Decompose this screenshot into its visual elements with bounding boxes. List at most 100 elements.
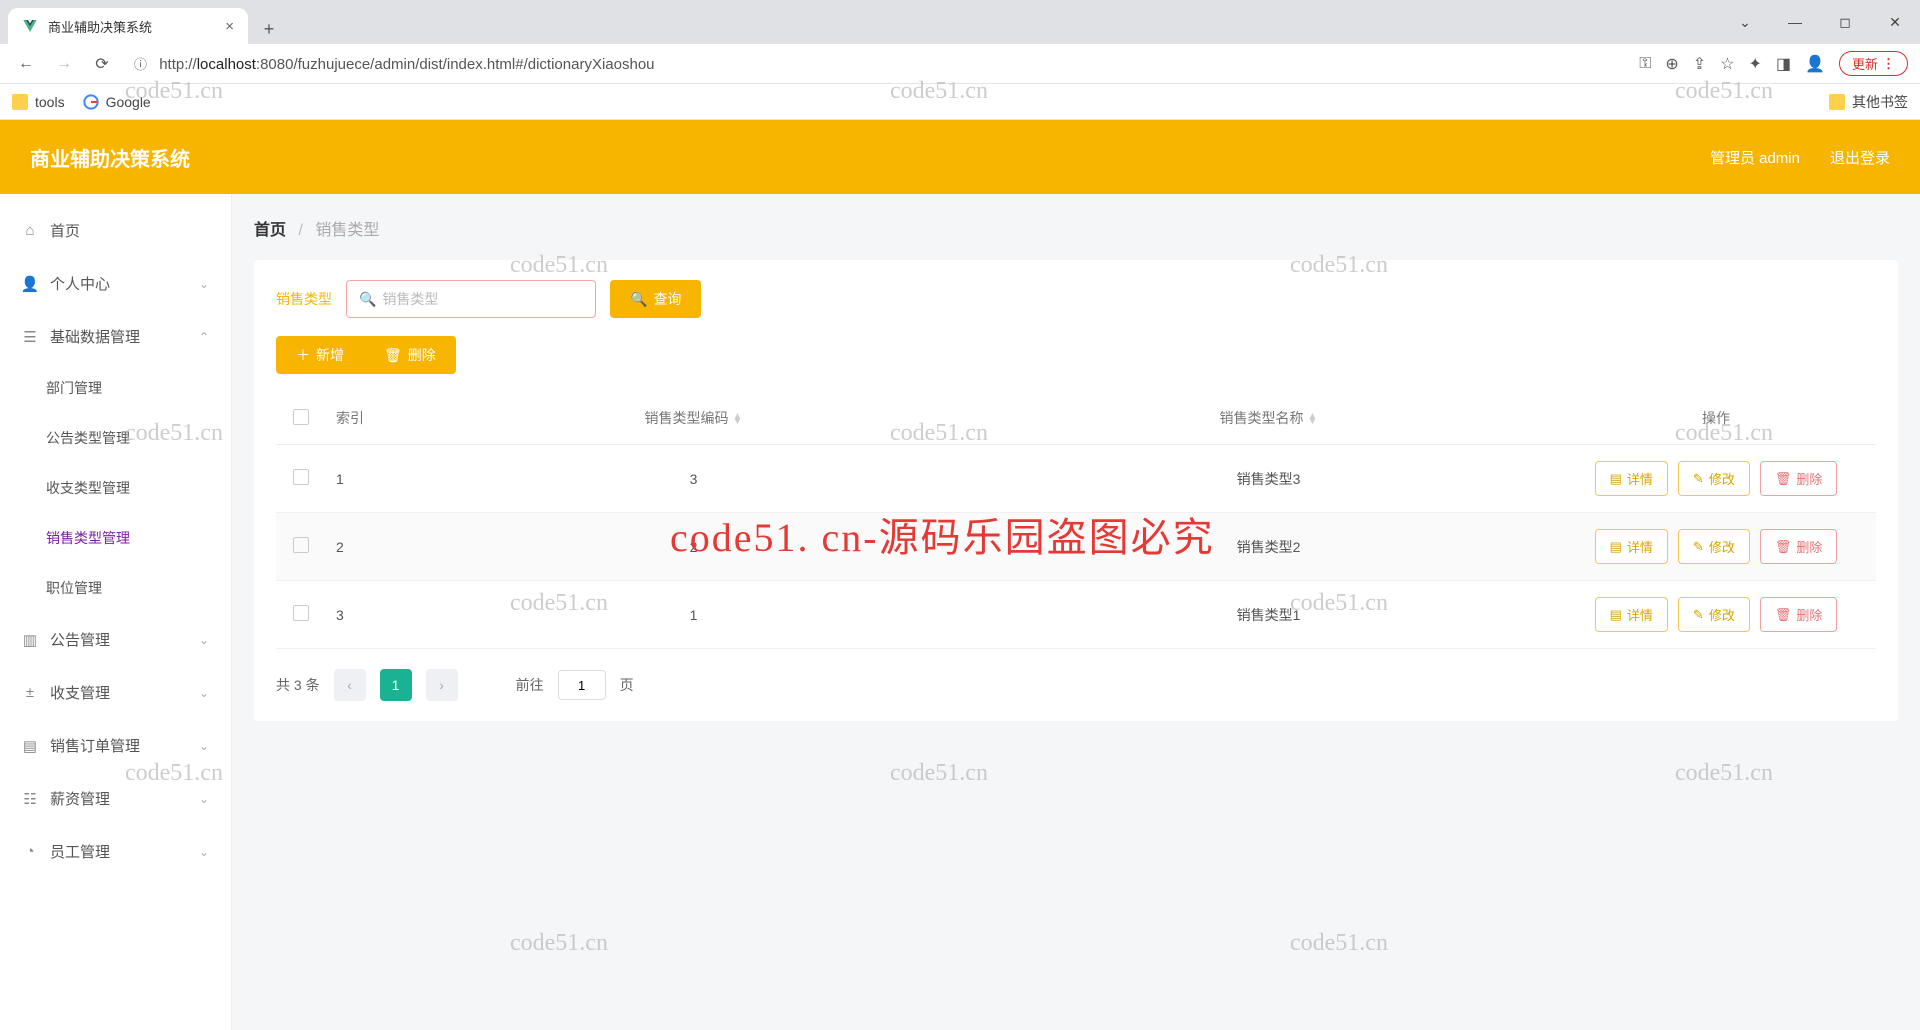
plus-icon: ＋	[296, 345, 310, 365]
bookmarks-bar: tools Google 其他书签	[0, 84, 1920, 120]
th-checkbox	[276, 392, 326, 445]
cell-index: 2	[326, 513, 406, 581]
goto-prefix: 前往	[516, 675, 544, 695]
browser-tab[interactable]: 商业辅助决策系统 ×	[8, 8, 248, 44]
th-index[interactable]: 索引	[326, 392, 406, 445]
user-icon: 👤	[22, 276, 38, 292]
edit-button[interactable]: ✎修改	[1678, 597, 1750, 632]
chart-icon: ▥	[22, 632, 38, 648]
cell-name: 销售类型2	[981, 513, 1556, 581]
chevron-down-icon[interactable]: ⌄	[1720, 0, 1770, 44]
goto-input[interactable]	[558, 670, 606, 700]
user-label[interactable]: 管理员 admin	[1710, 147, 1800, 168]
sidebar-item-notice[interactable]: ▥ 公告管理 ⌄	[0, 613, 231, 666]
edit-button[interactable]: ✎修改	[1678, 529, 1750, 564]
cell-code: 1	[406, 581, 981, 649]
logout-link[interactable]: 退出登录	[1830, 147, 1890, 168]
th-ops: 操作	[1556, 392, 1876, 445]
sidebar-item-position[interactable]: 职位管理	[0, 563, 231, 613]
search-input[interactable]: 🔍 销售类型	[346, 280, 596, 318]
th-code[interactable]: 销售类型编码▲▼	[406, 392, 981, 445]
folder-icon	[1829, 94, 1845, 110]
checkbox[interactable]	[293, 537, 309, 553]
doc-icon: ▤	[1610, 607, 1622, 623]
row-delete-button[interactable]: 🗑删除	[1760, 529, 1838, 564]
chevron-down-icon: ⌄	[199, 633, 209, 647]
detail-button[interactable]: ▤详情	[1595, 597, 1668, 632]
app-header: 商业辅助决策系统 管理员 admin 退出登录	[0, 120, 1920, 194]
doc-icon: ▤	[1610, 539, 1622, 555]
omnibar: ← → ⟳ ⓘ http://localhost:8080/fuzhujuece…	[0, 44, 1920, 84]
trash-icon: 🗑	[1775, 607, 1792, 623]
edit-button[interactable]: ✎修改	[1678, 461, 1750, 496]
new-tab-button[interactable]: +	[254, 14, 284, 44]
zoom-icon[interactable]: ⊕	[1665, 54, 1678, 74]
sidebar: ⌂ 首页 👤 个人中心 ⌄ ☰ 基础数据管理 ⌃ 部门管理 公告类型管理 收支类…	[0, 194, 232, 1030]
key-icon[interactable]: ⚿	[1639, 55, 1651, 73]
profile-icon[interactable]: 👤	[1805, 54, 1825, 74]
maximize-button[interactable]: ◻	[1820, 0, 1870, 44]
detail-button[interactable]: ▤详情	[1595, 529, 1668, 564]
detail-button[interactable]: ▤详情	[1595, 461, 1668, 496]
breadcrumb-home[interactable]: 首页	[254, 222, 286, 239]
query-button[interactable]: 🔍 查询	[610, 280, 701, 318]
trash-icon: 🗑	[384, 347, 402, 364]
sidebar-item-salary[interactable]: ☷ 薪资管理 ⌄	[0, 772, 231, 825]
url-prefix: http://	[159, 56, 197, 73]
bookmark-google[interactable]: Google	[83, 94, 151, 110]
checkbox[interactable]	[293, 409, 309, 425]
bookmark-tools[interactable]: tools	[12, 94, 65, 110]
bookmark-other[interactable]: 其他书签	[1829, 92, 1908, 112]
sidebar-item-inout-type[interactable]: 收支类型管理	[0, 463, 231, 513]
checkbox[interactable]	[293, 605, 309, 621]
th-name[interactable]: 销售类型名称▲▼	[981, 392, 1556, 445]
vue-icon	[22, 18, 38, 34]
close-icon[interactable]: ×	[225, 18, 234, 35]
table-row: 31销售类型1▤详情✎修改🗑删除	[276, 581, 1876, 649]
page-number[interactable]: 1	[380, 669, 412, 701]
sidebar-item-order[interactable]: ▤ 销售订单管理 ⌄	[0, 719, 231, 772]
data-table: 索引 销售类型编码▲▼ 销售类型名称▲▼ 操作 13销售类型3▤详情✎修改🗑删除…	[276, 392, 1876, 649]
share-icon[interactable]: ⇪	[1693, 54, 1706, 74]
sidebar-item-personal[interactable]: 👤 个人中心 ⌄	[0, 257, 231, 310]
search-icon: 🔍	[359, 291, 376, 308]
table-row: 13销售类型3▤详情✎修改🗑删除	[276, 445, 1876, 513]
chevron-down-icon: ⌄	[199, 686, 209, 700]
home-icon: ⌂	[22, 223, 38, 239]
page-next[interactable]: ›	[426, 669, 458, 701]
forward-button[interactable]: →	[50, 50, 78, 78]
add-button[interactable]: ＋新增	[276, 336, 364, 374]
extensions-icon[interactable]: ✦	[1749, 54, 1762, 74]
close-window-button[interactable]: ✕	[1870, 0, 1920, 44]
update-button[interactable]: 更新 ⋮	[1839, 51, 1908, 76]
minimize-button[interactable]: —	[1770, 0, 1820, 44]
sidebar-item-basic-data[interactable]: ☰ 基础数据管理 ⌃	[0, 310, 231, 363]
sidepanel-icon[interactable]: ◨	[1776, 54, 1791, 74]
window-controls: ⌄ — ◻ ✕	[1720, 0, 1920, 44]
back-button[interactable]: ←	[12, 50, 40, 78]
google-icon	[83, 94, 99, 110]
sidebar-item-dept[interactable]: 部门管理	[0, 363, 231, 413]
cell-name: 销售类型1	[981, 581, 1556, 649]
sidebar-item-inout[interactable]: ± 收支管理 ⌄	[0, 666, 231, 719]
table-row: 22销售类型2▤详情✎修改🗑删除	[276, 513, 1876, 581]
sidebar-item-notice-type[interactable]: 公告类型管理	[0, 413, 231, 463]
page-prev[interactable]: ‹	[334, 669, 366, 701]
bookmark-icon[interactable]: ☆	[1720, 54, 1734, 74]
search-label: 销售类型	[276, 289, 332, 309]
sidebar-item-sales-type[interactable]: 销售类型管理	[0, 513, 231, 563]
order-icon: ▤	[22, 738, 38, 754]
address-bar[interactable]: ⓘ http://localhost:8080/fuzhujuece/admin…	[126, 54, 1629, 73]
reload-button[interactable]: ⟳	[88, 50, 116, 78]
row-delete-button[interactable]: 🗑删除	[1760, 597, 1838, 632]
row-delete-button[interactable]: 🗑删除	[1760, 461, 1838, 496]
sidebar-item-home[interactable]: ⌂ 首页	[0, 204, 231, 257]
delete-button[interactable]: 🗑删除	[364, 336, 456, 374]
url-host: localhost	[197, 56, 256, 73]
sidebar-item-staff[interactable]: ◔ 员工管理 ⌄	[0, 825, 231, 878]
pagination: 共 3 条 ‹ 1 › 前往 页	[276, 669, 1876, 701]
chevron-down-icon: ⌄	[199, 792, 209, 806]
salary-icon: ☷	[22, 791, 38, 807]
checkbox[interactable]	[293, 469, 309, 485]
sort-icon: ▲▼	[1308, 414, 1318, 424]
